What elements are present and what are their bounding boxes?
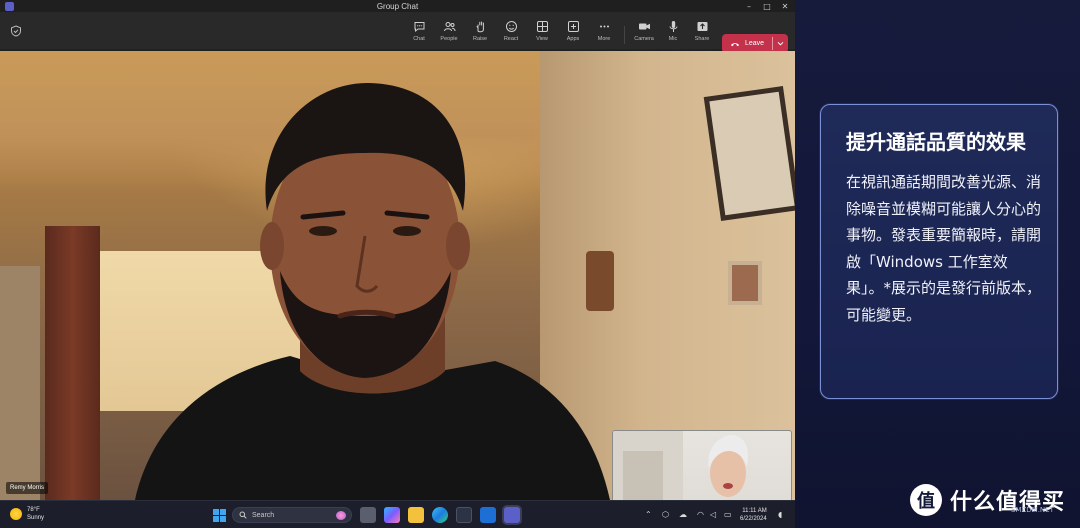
raise-label: Raise: [472, 36, 488, 42]
teams-window: Group Chat – □ ✕ Chat People Raise React: [0, 0, 795, 528]
volume-icon[interactable]: ◁: [710, 510, 716, 519]
people-icon: [443, 22, 455, 32]
title-bar: Group Chat – □ ✕: [0, 0, 795, 12]
taskbar-search[interactable]: Search: [232, 507, 352, 523]
mic-icon: [669, 21, 677, 32]
teams-taskbar-icon[interactable]: [504, 507, 520, 523]
meeting-toolbar: Chat People Raise React View Apps More C…: [0, 12, 795, 53]
search-placeholder: Search: [252, 511, 275, 519]
raise-hand-icon: [476, 21, 484, 33]
chat-label: Chat: [413, 36, 425, 42]
participant-name-tag: Remy Morris: [6, 482, 48, 494]
more-button[interactable]: More: [589, 20, 619, 48]
weather-widget[interactable]: 78°F Sunny: [10, 506, 44, 522]
wall-picture: [728, 261, 762, 305]
watermark-domain: SMZDM.NET: [1011, 506, 1054, 514]
watermark: 值 什么值得买 SMZDM.NET: [910, 484, 1065, 516]
maximize-button[interactable]: □: [758, 0, 776, 12]
main-video-feed: ▣ ⋯: [0, 51, 795, 500]
react-button[interactable]: React: [496, 20, 526, 48]
task-view-icon[interactable]: [360, 507, 376, 523]
battery-icon[interactable]: ▭: [724, 510, 732, 519]
search-highlight-icon: [336, 511, 346, 520]
windows-logo-tile: [213, 516, 219, 522]
app-icon[interactable]: [480, 507, 496, 523]
chat-button[interactable]: Chat: [404, 20, 434, 48]
clock-date: 6/22/2024: [740, 516, 767, 522]
chat-icon: [414, 22, 424, 33]
share-button[interactable]: Share: [687, 20, 717, 48]
system-clock[interactable]: 11:11 AM 6/22/2024: [740, 507, 767, 523]
window-title: Group Chat: [376, 1, 419, 11]
apps-label: Apps: [566, 36, 580, 42]
more-label: More: [597, 36, 611, 42]
leave-label: Leave: [745, 40, 765, 47]
callout-card: 提升通話品質的效果 在視訊通話期間改善光源、消除噪音並模糊可能讓人分心的事物。發…: [820, 104, 1058, 399]
leave-divider: [772, 37, 773, 50]
self-view-person: [708, 435, 749, 497]
raise-button[interactable]: Raise: [465, 20, 495, 48]
view-icon: [536, 21, 548, 32]
mic-label: Mic: [668, 36, 678, 42]
camera-button[interactable]: Camera: [629, 20, 659, 48]
apps-icon: [567, 21, 579, 32]
wifi-icon[interactable]: ◠: [697, 510, 704, 519]
sun-icon: [10, 508, 22, 520]
share-label: Share: [694, 36, 710, 42]
camera-label: Camera: [634, 36, 654, 42]
toolbar-divider: [624, 26, 625, 44]
weather-temp: 78°F: [27, 507, 40, 513]
copilot-icon[interactable]: [384, 507, 400, 523]
minimize-button[interactable]: –: [740, 0, 758, 12]
hang-up-icon: [731, 42, 739, 46]
callout-body: 在視訊通話期間改善光源、消除噪音並模糊可能讓人分心的事物。發表重要簡報時，請開啟…: [846, 173, 1042, 324]
react-label: React: [503, 36, 519, 42]
chevron-down-icon[interactable]: [776, 39, 785, 48]
room-doorframe: [0, 266, 40, 500]
teams-app-icon: [5, 2, 14, 11]
tray-app-icon[interactable]: ⬡: [662, 510, 669, 519]
window-controls: – □ ✕: [740, 0, 794, 12]
close-button[interactable]: ✕: [776, 0, 794, 12]
start-button[interactable]: [213, 509, 226, 522]
self-view-video[interactable]: ▣ ⋯: [612, 430, 792, 500]
edge-icon[interactable]: [432, 507, 448, 523]
tray-overflow-icon[interactable]: ⌃: [645, 510, 652, 519]
search-icon: [239, 511, 247, 519]
mic-button[interactable]: Mic: [658, 20, 688, 48]
windows-taskbar: 78°F Sunny Search ⌃ ⬡ ☁ ◠ ◁ ▭ 11:11 AM 6…: [0, 500, 795, 528]
camera-icon: [638, 23, 650, 30]
watermark-logo: 值: [910, 484, 942, 516]
more-icon: [599, 25, 609, 28]
view-label: View: [536, 36, 548, 42]
onedrive-icon[interactable]: ☁: [679, 510, 687, 519]
view-button[interactable]: View: [527, 20, 557, 48]
people-label: People: [440, 36, 458, 42]
store-icon[interactable]: [456, 507, 472, 523]
windows-logo-tile: [213, 509, 219, 515]
windows-logo-tile: [220, 516, 226, 522]
windows-logo-tile: [220, 509, 226, 515]
file-explorer-icon[interactable]: [408, 507, 424, 523]
wall-art: [703, 86, 795, 221]
clock-time: 11:11 AM: [742, 508, 767, 514]
participant-video: [135, 82, 610, 500]
callout-title: 提升通話品質的效果: [846, 130, 1026, 154]
notification-icon[interactable]: ◖: [778, 510, 782, 519]
room-curtain: [45, 226, 100, 500]
people-button[interactable]: People: [434, 20, 464, 48]
react-icon: [505, 21, 517, 32]
apps-button[interactable]: Apps: [558, 20, 588, 48]
share-icon: [697, 22, 707, 31]
weather-desc: Sunny: [27, 515, 45, 521]
shield-icon[interactable]: [10, 25, 22, 37]
